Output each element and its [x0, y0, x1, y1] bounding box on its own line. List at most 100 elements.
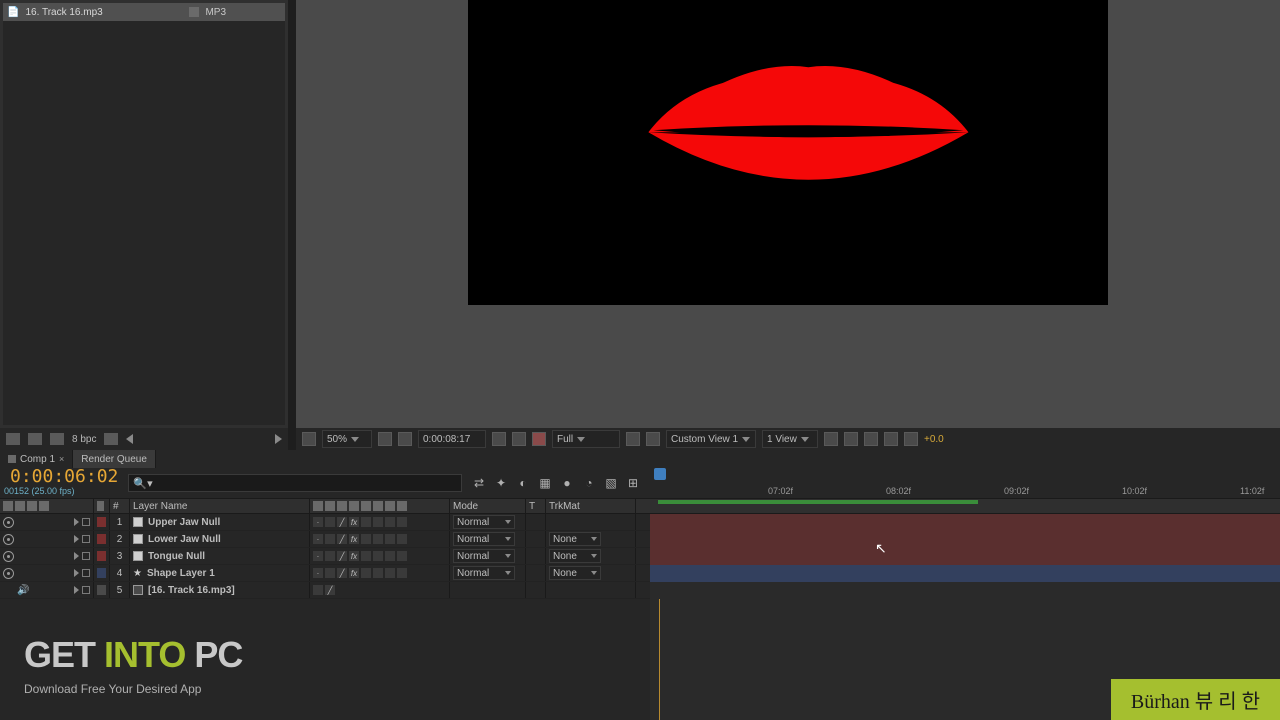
layer-row[interactable]: 🔊5[16. Track 16.mp3]╱: [0, 582, 650, 599]
current-timecode[interactable]: 0:00:06:02: [10, 468, 118, 486]
shy-toggle[interactable]: [82, 518, 90, 526]
channel-icon[interactable]: [512, 432, 526, 446]
track-bar[interactable]: [650, 531, 1280, 548]
layer-row[interactable]: 1Upper Jaw Null·╱fxNormal: [0, 514, 650, 531]
layer-number: 4: [110, 565, 130, 581]
pixel-aspect-icon[interactable]: [824, 432, 838, 446]
app-root: 📄 16. Track 16.mp3 MP3 8 bpc: [0, 0, 1280, 720]
folder-icon[interactable]: [28, 433, 42, 445]
mode-dropdown[interactable]: Normal: [453, 515, 515, 529]
expand-toggle[interactable]: [74, 552, 79, 560]
layer-row[interactable]: 4★Shape Layer 1·╱fxNormalNone: [0, 565, 650, 582]
frame-blend-icon[interactable]: ◐: [516, 476, 530, 490]
shy-toggle[interactable]: [82, 586, 90, 594]
solo-col-icon[interactable]: [27, 501, 37, 511]
t-col: T: [526, 499, 546, 513]
guides-icon[interactable]: [398, 432, 412, 446]
label-swatch[interactable]: [97, 551, 106, 561]
project-item[interactable]: 📄 16. Track 16.mp3 MP3: [3, 3, 285, 21]
project-list[interactable]: 📄 16. Track 16.mp3 MP3: [3, 3, 285, 425]
visibility-toggle[interactable]: [3, 551, 14, 562]
ruler-tick: 07:02f: [768, 486, 793, 496]
view-mode-dropdown[interactable]: Custom View 1: [666, 430, 756, 448]
label-col-icon[interactable]: [97, 501, 104, 511]
trkmat-dropdown[interactable]: None: [549, 532, 601, 546]
snap-icon[interactable]: ⊞: [626, 476, 640, 490]
trkmat-dropdown[interactable]: None: [549, 566, 601, 580]
mode-dropdown[interactable]: Normal: [453, 532, 515, 546]
close-icon[interactable]: ×: [59, 454, 64, 464]
null-icon: [133, 517, 143, 527]
exposure-value[interactable]: +0.0: [924, 434, 944, 445]
bpc-label[interactable]: 8 bpc: [72, 434, 96, 445]
mask-icon[interactable]: [302, 432, 316, 446]
track-bar[interactable]: [650, 514, 1280, 531]
label-swatch[interactable]: [97, 534, 106, 544]
file-icon: 📄: [7, 7, 19, 18]
layer-row[interactable]: 2Lower Jaw Null·╱fxNormalNone: [0, 531, 650, 548]
composition-viewport[interactable]: [468, 0, 1108, 305]
mode-dropdown[interactable]: Normal: [453, 549, 515, 563]
timeline-icon[interactable]: [864, 432, 878, 446]
fast-preview-icon[interactable]: [844, 432, 858, 446]
transparency-icon[interactable]: [646, 432, 660, 446]
label-swatch[interactable]: [97, 568, 106, 578]
reset-exposure-icon[interactable]: [904, 432, 918, 446]
work-area-bar[interactable]: [658, 500, 978, 504]
next-icon[interactable]: [275, 434, 282, 444]
layer-list: 1Upper Jaw Null·╱fxNormal2Lower Jaw Null…: [0, 514, 650, 720]
audio-col-icon[interactable]: [15, 501, 25, 511]
views-value: 1 View: [767, 434, 797, 445]
eye-col-icon[interactable]: [3, 501, 13, 511]
preview-time[interactable]: 0:00:08:17: [418, 430, 486, 448]
zoom-value: 50%: [327, 434, 347, 445]
time-ruler[interactable]: 07:02f 08:02f 09:02f 10:02f 11:02f: [650, 468, 1280, 498]
speaker-icon[interactable]: 🔊: [17, 585, 29, 596]
shy-toggle[interactable]: [82, 552, 90, 560]
lock-col-icon[interactable]: [39, 501, 49, 511]
visibility-toggle[interactable]: [3, 517, 14, 528]
search-input[interactable]: 🔍▾: [128, 474, 462, 492]
comp-icon[interactable]: [50, 433, 64, 445]
project-item-name: 16. Track 16.mp3: [25, 7, 183, 18]
snapshot-icon[interactable]: [492, 432, 506, 446]
track-bar[interactable]: [650, 548, 1280, 565]
graph-editor-icon[interactable]: ▧: [604, 476, 618, 490]
null-icon: [133, 534, 143, 544]
track-bar[interactable]: [650, 565, 1280, 582]
project-footer: 8 bpc: [0, 428, 288, 450]
track-bar[interactable]: [650, 582, 1280, 599]
expand-toggle[interactable]: [74, 586, 79, 594]
trash-icon[interactable]: [104, 433, 118, 445]
expand-toggle[interactable]: [74, 535, 79, 543]
roi-icon[interactable]: [626, 432, 640, 446]
shy-toggle[interactable]: [82, 535, 90, 543]
watermark-sub: Download Free Your Desired App: [24, 682, 242, 696]
resolution-dropdown[interactable]: Full: [552, 430, 620, 448]
label-swatch[interactable]: [97, 585, 106, 595]
layer-row[interactable]: 3Tongue Null·╱fxNormalNone: [0, 548, 650, 565]
interpret-icon[interactable]: [6, 433, 20, 445]
mode-dropdown[interactable]: Normal: [453, 566, 515, 580]
visibility-toggle[interactable]: [3, 568, 14, 579]
prev-icon[interactable]: [126, 434, 133, 444]
flowchart-icon[interactable]: [884, 432, 898, 446]
expand-toggle[interactable]: [74, 518, 79, 526]
shy-toggle[interactable]: [82, 569, 90, 577]
brainstorm-icon[interactable]: ●: [560, 476, 574, 490]
trkmat-dropdown[interactable]: None: [549, 549, 601, 563]
expand-toggle[interactable]: [74, 569, 79, 577]
zoom-dropdown[interactable]: 50%: [322, 430, 372, 448]
auto-keyframe-icon[interactable]: ◔: [582, 476, 596, 490]
comp-mini-flow-icon[interactable]: ⇄: [472, 476, 486, 490]
label-swatch[interactable]: [97, 517, 106, 527]
draft3d-icon[interactable]: ✦: [494, 476, 508, 490]
red-channel-icon[interactable]: [532, 432, 546, 446]
scrollbar[interactable]: [288, 0, 296, 450]
grid-icon[interactable]: [378, 432, 392, 446]
view-mode-value: Custom View 1: [671, 434, 738, 445]
visibility-toggle[interactable]: [3, 534, 14, 545]
viewport-wrap: [296, 0, 1280, 305]
motion-blur-icon[interactable]: ▦: [538, 476, 552, 490]
views-dropdown[interactable]: 1 View: [762, 430, 818, 448]
